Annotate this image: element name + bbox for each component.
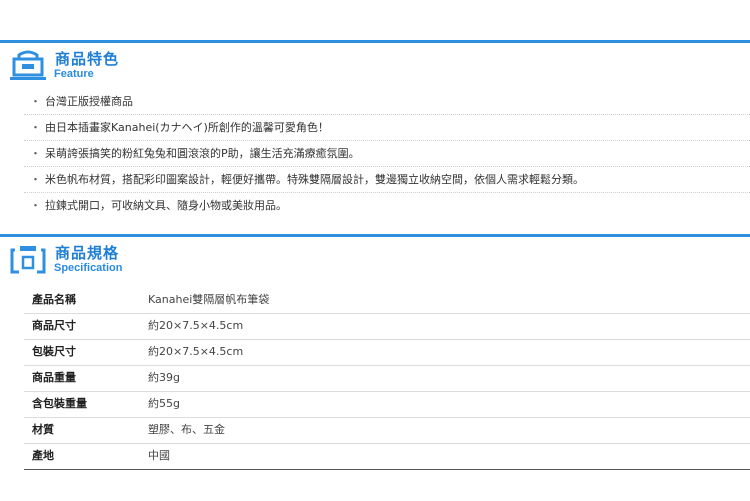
spec-key: 商品尺寸 [32,319,76,332]
spec-value: 約39g [148,371,180,384]
feature-item-text: 台灣正版授權商品 [45,95,133,108]
bullet: ・ [30,173,41,186]
spec-subtitle: Specification [54,262,123,274]
spec-key: 產地 [32,449,54,462]
spec-value: 約20×7.5×4.5cm [148,345,244,358]
feature-section-header: 商品特色 Feature [0,40,750,84]
feature-item-text: 呆萌誇張搞笑的粉紅兔兔和圓滾滾的P助，讓生活充滿療癒氛圍。 [45,147,360,160]
feature-item: ・呆萌誇張搞笑的粉紅兔兔和圓滾滾的P助，讓生活充滿療癒氛圍。 [24,141,750,167]
bullet: ・ [30,147,41,160]
feature-subtitle: Feature [54,68,94,80]
feature-item-text: 米色帆布材質，搭配彩印圖案設計，輕便好攜帶。特殊雙隔層設計，雙邊獨立收納空間，依… [45,173,584,186]
table-row: 包裝尺寸 約20×7.5×4.5cm [24,340,750,366]
bullet: ・ [30,199,41,212]
shopping-bag-icon [10,50,46,80]
feature-item: ・米色帆布材質，搭配彩印圖案設計，輕便好攜帶。特殊雙隔層設計，雙邊獨立收納空間，… [24,167,750,193]
spec-value: 塑膠、布、五金 [148,423,225,436]
table-row: 含包裝重量 約55g [24,392,750,418]
box-icon [10,246,46,274]
bullet: ・ [30,121,41,134]
table-row: 商品尺寸 約20×7.5×4.5cm [24,314,750,340]
spec-key: 含包裝重量 [32,397,87,410]
spec-key: 產品名稱 [32,293,76,306]
feature-item-text: 由日本插畫家Kanahei(カナヘイ)所創作的溫馨可愛角色！ [45,121,329,134]
spec-table: 產品名稱 Kanahei雙隔層帆布筆袋 商品尺寸 約20×7.5×4.5cm 包… [24,288,750,470]
spec-key: 商品重量 [32,371,76,384]
table-row: 產品名稱 Kanahei雙隔層帆布筆袋 [24,288,750,314]
spec-section-header: 商品規格 Specification [0,234,750,278]
feature-item: ・由日本插畫家Kanahei(カナヘイ)所創作的溫馨可愛角色！ [24,115,750,141]
feature-title: 商品特色 [55,50,120,68]
feature-list: ・台灣正版授權商品 ・由日本插畫家Kanahei(カナヘイ)所創作的溫馨可愛角色… [24,89,750,219]
spec-value: 約20×7.5×4.5cm [148,319,244,332]
bullet: ・ [30,95,41,108]
spec-key: 包裝尺寸 [32,345,76,358]
spec-key: 材質 [32,423,54,436]
spec-value: Kanahei雙隔層帆布筆袋 [148,293,270,306]
feature-item: ・台灣正版授權商品 [24,89,750,115]
spec-value: 中國 [148,449,170,462]
spec-title: 商品規格 [55,244,120,262]
table-row: 產地 中國 [24,444,750,470]
table-row: 材質 塑膠、布、五金 [24,418,750,444]
spec-value: 約55g [148,397,180,410]
table-row: 商品重量 約39g [24,366,750,392]
feature-item: ・拉鍊式開口，可收納文具、隨身小物或美妝用品。 [24,193,750,219]
feature-item-text: 拉鍊式開口，可收納文具、隨身小物或美妝用品。 [45,199,287,212]
